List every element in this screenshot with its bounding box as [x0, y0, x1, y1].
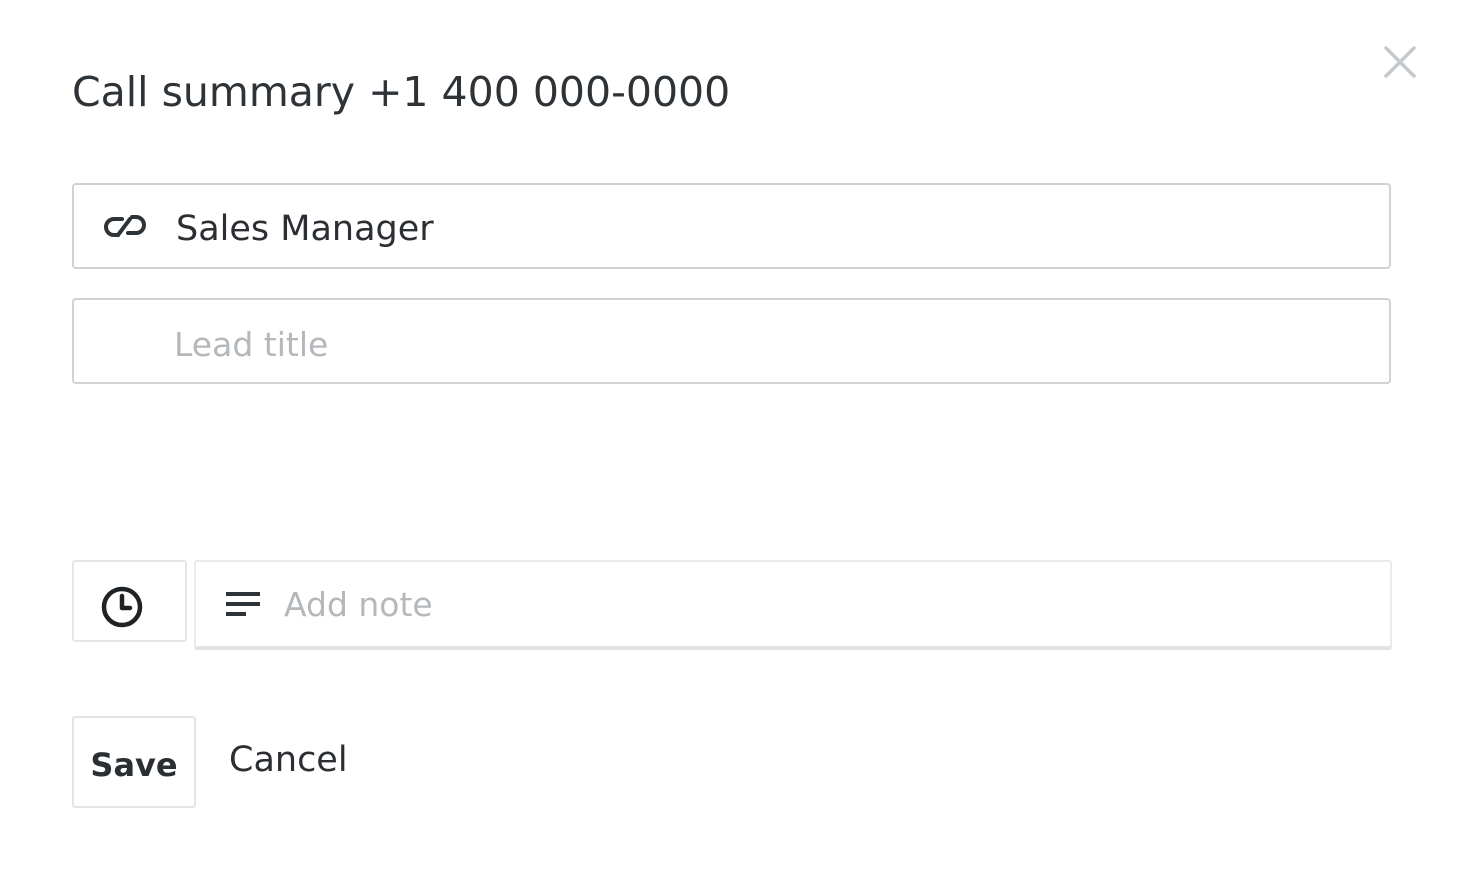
contact-value: Sales Manager: [176, 209, 434, 249]
text-lines-icon: [226, 592, 260, 616]
note-field[interactable]: [194, 560, 1392, 650]
contact-field[interactable]: Sales Manager: [72, 183, 1391, 269]
dialog-title: Call summary +1 400 000-0000: [72, 68, 731, 116]
link-icon: [104, 215, 146, 237]
save-button[interactable]: Save: [72, 716, 196, 808]
close-button[interactable]: [1380, 42, 1420, 82]
note-input[interactable]: [284, 562, 1374, 646]
call-summary-dialog: Call summary +1 400 000-0000 Sales Manag…: [0, 0, 1463, 869]
close-icon: [1384, 46, 1416, 78]
clock-icon: [101, 586, 143, 628]
lead-title-field[interactable]: [72, 298, 1391, 384]
lead-title-input[interactable]: [174, 300, 1374, 382]
set-time-button[interactable]: [72, 560, 187, 642]
cancel-button[interactable]: Cancel: [229, 736, 348, 784]
